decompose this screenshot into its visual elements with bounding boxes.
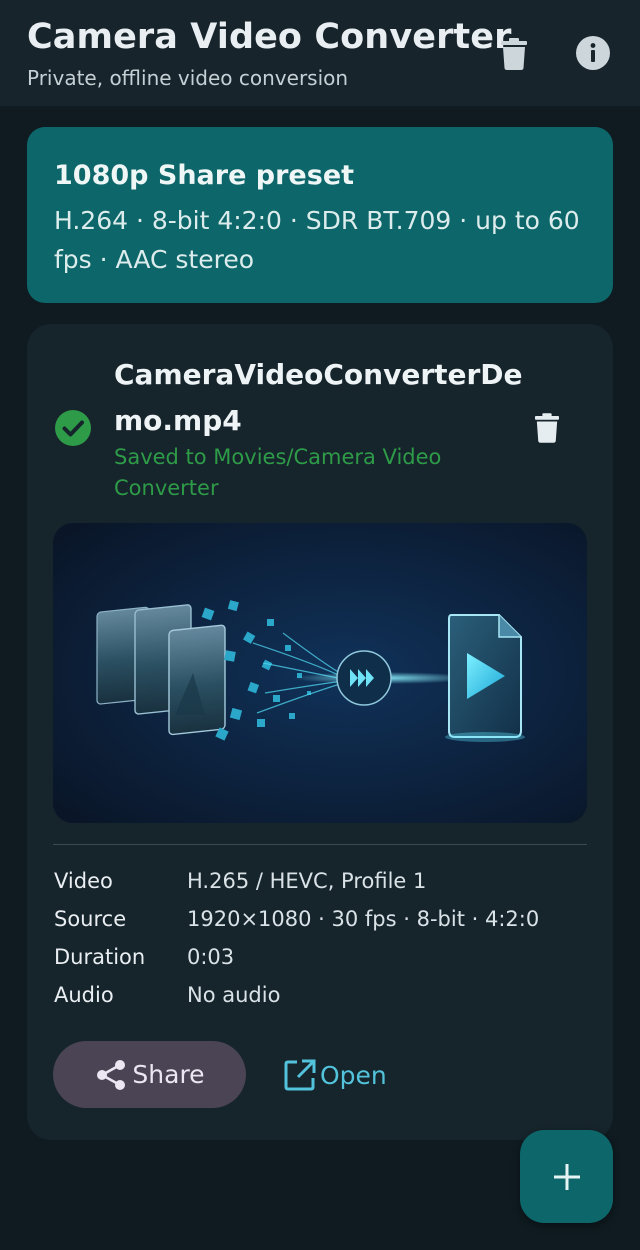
video-conversion-illustration [53,523,587,823]
detail-value: No audio [187,983,281,1007]
detail-label: Audio [54,983,114,1007]
app-bar: Camera Video Converter Private, offline … [0,0,640,106]
open-button[interactable]: Open [283,1052,387,1098]
share-label: Share [132,1060,205,1089]
check-circle-icon [55,410,91,446]
conversion-job-card: CameraVideoConverterDemo.mp4 Saved to Mo… [27,324,613,1140]
share-icon [97,1059,126,1090]
detail-value: 0:03 [187,945,235,969]
app-subtitle: Private, offline video conversion [27,66,349,90]
open-label: Open [320,1060,387,1090]
preset-title: 1080p Share preset [54,160,355,191]
plus-icon [553,1163,580,1190]
open-external-icon [284,1059,316,1091]
detail-label: Source [54,907,127,931]
trash-icon [535,413,559,443]
trash-icon [501,38,527,70]
detail-value: H.265 / HEVC, Profile 1 [187,869,427,893]
file-name: CameraVideoConverterDemo.mp4 [114,358,523,437]
divider [53,844,587,845]
preset-card[interactable]: 1080p Share preset H.264 · 8-bit 4:2:0 ·… [27,127,613,303]
detail-label: Duration [54,945,146,969]
video-thumbnail [53,523,587,823]
share-button[interactable]: Share [53,1041,246,1108]
detail-label: Video [54,869,113,893]
app-title: Camera Video Converter [27,17,512,57]
preset-description: H.264 · 8-bit 4:2:0 · SDR BT.709 · up to… [54,206,580,274]
detail-value: 1920×1080 · 30 fps · 8-bit · 4:2:0 [187,907,540,931]
info-icon [576,36,610,70]
save-status: Saved to Movies/Camera Video Converter [114,445,442,500]
add-video-button[interactable] [520,1130,613,1223]
info-button[interactable] [569,29,617,77]
delete-job-button[interactable] [523,404,571,452]
clear-all-button[interactable] [490,30,538,78]
